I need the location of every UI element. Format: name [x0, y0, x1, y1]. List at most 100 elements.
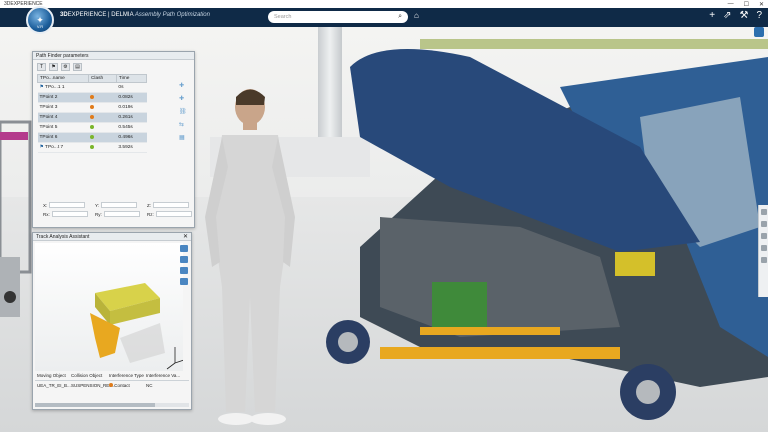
preview-graphics — [90, 283, 188, 370]
tpoint-name: TPoint 3 — [37, 102, 89, 113]
analysis-target-icon[interactable] — [180, 256, 188, 263]
tpoint-name: TPoint 2 — [37, 92, 89, 103]
tools-icon[interactable]: ⚒ — [739, 10, 748, 21]
table-row[interactable]: TPoint 4 0.261s — [37, 112, 147, 123]
os-title-bar: 3DEXPERIENCE — ☐ ✕ — [0, 0, 768, 8]
compute-icon[interactable]: ▦ — [179, 134, 187, 141]
search-input[interactable]: Search — [274, 14, 291, 20]
interference-table: Moving Object Collision Object Interfere… — [35, 371, 189, 390]
interference-header: Moving Object Collision Object Interfere… — [35, 371, 189, 381]
clash-status-icon — [90, 104, 95, 109]
table-row[interactable]: TPoint 5 0.545s — [37, 122, 147, 133]
car-body — [326, 49, 768, 420]
help-icon[interactable]: ? — [756, 10, 762, 21]
tpoint-time: 0.019s — [116, 102, 147, 113]
move-icon[interactable]: ⇆ — [179, 121, 187, 128]
track-analysis-tools — [180, 245, 188, 285]
col-interference-value[interactable]: Interference Va... — [146, 373, 184, 378]
tpoint-name: ⚑ TPo...t 7 — [37, 142, 89, 153]
table-row[interactable]: ⚑ TPo...t 7 3.592s — [37, 142, 147, 153]
col-collision-object[interactable]: Collision Object — [71, 373, 109, 378]
tpoint-time: 0s — [116, 82, 147, 93]
collision-object-cell: SUSPENSION_REL... — [71, 383, 116, 388]
view-tool-icon[interactable] — [760, 209, 767, 215]
analysis-run-icon[interactable] — [180, 245, 188, 252]
moving-object-cell: UEA_TR_EI_B... — [37, 383, 71, 388]
z-field[interactable]: Z: — [147, 202, 193, 208]
clash-status — [88, 112, 117, 123]
analysis-edit-icon[interactable] — [180, 267, 188, 274]
minimize-button[interactable]: — — [728, 1, 734, 8]
window-controls: — ☐ ✕ — [728, 1, 764, 8]
tpoint-name: TPoint 5 — [37, 122, 89, 133]
tpoint-add-icon[interactable]: T — [37, 63, 46, 71]
measure-tool-icon[interactable] — [760, 233, 767, 239]
right-toolbar — [758, 205, 768, 297]
tpoint-time: 0.261s — [116, 112, 147, 123]
x-field[interactable]: X: — [43, 202, 89, 208]
tpoint-time: 3.592s — [116, 142, 147, 153]
clash-status — [88, 142, 117, 153]
path-finder-table: TPo...name Clash Time ⚑ TPo...1 1 0s TPoin… — [37, 74, 148, 153]
render-tool-icon[interactable] — [760, 245, 767, 251]
col-clash[interactable]: Clash — [87, 74, 117, 83]
tpoint-tool-icon[interactable]: ⚑ — [49, 63, 58, 71]
brand-name: EXPERIENCE | DELMIA — [67, 12, 134, 18]
track-analysis-preview[interactable] — [35, 243, 188, 371]
tpoint-time: 0.545s — [116, 122, 147, 133]
rx-field[interactable]: Rx: — [43, 211, 89, 217]
search-bar[interactable]: Search ⌕ — [268, 11, 408, 23]
table-row[interactable]: ⚑ TPo...1 1 0s — [37, 82, 147, 93]
col-interference-type[interactable]: Interference Type — [109, 373, 146, 378]
col-name[interactable]: TPo...name — [37, 74, 89, 83]
clash-status — [88, 82, 117, 93]
fullscreen-icon[interactable] — [754, 27, 764, 37]
section-tool-icon[interactable] — [760, 221, 767, 227]
tpoint-settings-icon[interactable]: ⚙ — [61, 63, 70, 71]
search-icon[interactable]: ⌕ — [398, 13, 402, 21]
conveyor-frame — [0, 120, 32, 317]
clash-status — [88, 92, 117, 103]
y-field[interactable]: Y: — [95, 202, 141, 208]
top-right-actions: + ⇗ ⚒ ? — [709, 10, 762, 21]
col-moving-object[interactable]: Moving Object — [37, 373, 71, 378]
remove-point-icon[interactable]: ✚ — [179, 95, 187, 102]
table-row[interactable]: UEA_TR_EI_B... SUSPENSION_REL... Contact… — [35, 381, 189, 390]
analysis-view-icon[interactable] — [180, 278, 188, 285]
col-time[interactable]: Time — [115, 74, 148, 83]
clash-status-icon — [90, 144, 95, 149]
overhead-rail — [420, 39, 768, 49]
tpoint-time: 0.496s — [116, 132, 147, 143]
tpoint-name: TPoint 6 — [37, 132, 89, 143]
rz-field[interactable]: Rz: — [147, 211, 193, 217]
track-analysis-panel: Track Analysis Assistant ✕ Moving Object… — [32, 232, 192, 410]
table-row[interactable]: TPoint 6 0.496s — [37, 132, 147, 143]
share-icon[interactable]: ⇗ — [723, 10, 731, 21]
path-finder-panel: Path Finder parameters T ⚑ ⚙ ▤ TPo...nam… — [32, 51, 195, 228]
contact-status-icon — [109, 383, 113, 387]
battery-module — [432, 282, 487, 327]
ry-field[interactable]: Ry: — [95, 211, 141, 217]
subframe — [380, 347, 620, 359]
tpoint-export-icon[interactable]: ▤ — [73, 63, 82, 71]
track-analysis-title: Track Analysis Assistant — [36, 233, 90, 240]
brand-3d: 3D — [60, 12, 68, 18]
clash-status — [88, 122, 117, 133]
link-icon[interactable]: ⛓ — [179, 108, 187, 115]
clash-status-icon — [90, 94, 95, 99]
close-icon[interactable]: ✕ — [183, 233, 188, 240]
table-row[interactable]: TPoint 2 0.082s — [37, 92, 147, 103]
add-point-icon[interactable]: ✚ — [179, 82, 187, 89]
table-row[interactable]: TPoint 3 0.019s — [37, 102, 147, 113]
tag-icon[interactable]: ⌂ — [414, 11, 419, 20]
tpoint-name: ⚑ TPo...1 1 — [37, 82, 89, 93]
close-button[interactable]: ✕ — [759, 1, 764, 8]
add-icon[interactable]: + — [709, 10, 715, 21]
camera-tool-icon[interactable] — [760, 257, 767, 263]
maximize-button[interactable]: ☐ — [744, 1, 749, 8]
horizontal-scrollbar[interactable] — [35, 403, 189, 407]
app-top-bar: 3DEXPERIENCE | DELMIA Assembly Path Opti… — [0, 8, 768, 27]
compass-button[interactable]: ✦ V.R — [26, 6, 54, 34]
brand-title: 3DEXPERIENCE | DELMIA Assembly Path Opti… — [60, 12, 210, 18]
compass-version: V.R — [36, 24, 44, 29]
